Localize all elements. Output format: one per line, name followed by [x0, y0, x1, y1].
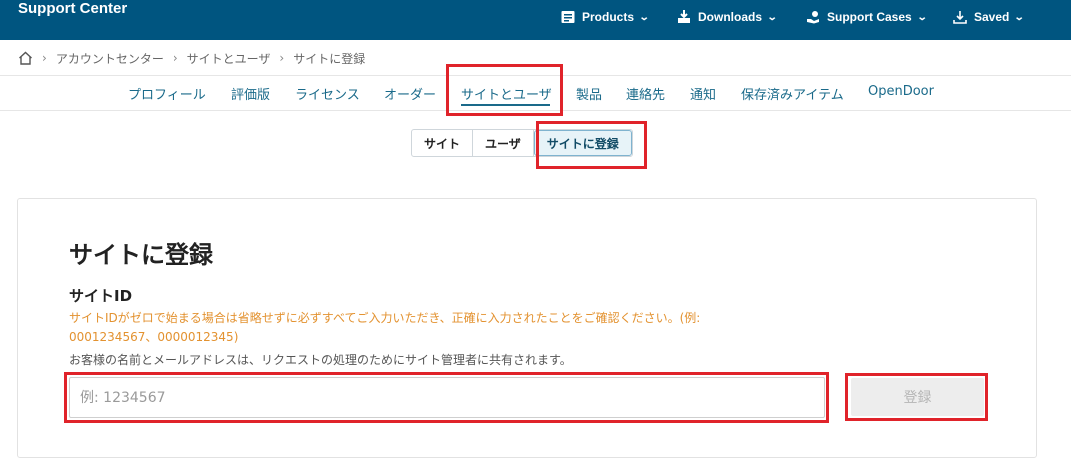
tab-profile[interactable]: プロフィール [128, 84, 206, 103]
tab-orders[interactable]: オーダー [384, 84, 436, 103]
segment-users[interactable]: ユーザ [473, 130, 534, 156]
site-id-label: サイトID [69, 287, 133, 305]
nav-downloads[interactable]: Downloads ⌄ [677, 7, 778, 27]
active-tab-indicator [461, 104, 550, 106]
tab-licenses[interactable]: ライセンス [295, 84, 360, 103]
tab-evaluation[interactable]: 評価版 [231, 84, 270, 103]
site-id-warning-line-2: 0001234567、0000012345) [69, 330, 239, 344]
chevron-down-icon: ⌄ [766, 11, 778, 23]
nav-downloads-label: Downloads [698, 10, 763, 24]
chevron-down-icon: ⌄ [638, 11, 650, 23]
product-list-icon [561, 11, 575, 23]
nav-support-cases-label: Support Cases [827, 10, 912, 24]
breadcrumb-account-center[interactable]: アカウントセンター [56, 50, 164, 67]
tab-saved-items[interactable]: 保存済みアイテム [741, 84, 844, 103]
breadcrumb-separator-icon: › [172, 51, 178, 65]
segment-sites[interactable]: サイト [412, 130, 474, 156]
hand-support-icon [807, 11, 819, 24]
chevron-down-icon: ⌄ [1014, 11, 1026, 23]
tab-products[interactable]: 製品 [576, 84, 602, 103]
segment-register-site[interactable]: サイトに登録 [533, 130, 632, 156]
brand-title[interactable]: Support Center [18, 0, 127, 18]
home-icon[interactable] [18, 51, 33, 65]
breadcrumb-sites-users[interactable]: サイトとユーザ [187, 50, 271, 67]
nav-support-cases[interactable]: Support Cases ⌄ [806, 7, 928, 27]
nav-products[interactable]: Products ⌄ [561, 7, 650, 27]
site-id-warning: サイトIDがゼロで始まる場合は省略せずに必ずすべてご入力いただき、正確に入力され… [69, 309, 769, 347]
breadcrumb-current: サイトに登録 [293, 51, 366, 66]
top-bar: Support Center Products ⌄ Downloads ⌄ Su… [0, 0, 1071, 40]
privacy-info-text: お客様の名前とメールアドレスは、リクエストの処理のためにサイト管理者に共有されま… [69, 353, 572, 367]
register-button[interactable]: 登録 [851, 378, 984, 416]
nav-saved[interactable]: Saved ⌄ [953, 7, 1026, 27]
breadcrumb: › アカウントセンター › サイトとユーザ › サイトに登録 [18, 48, 365, 68]
segment-control: サイト ユーザ サイトに登録 [411, 129, 633, 157]
site-id-warning-line-1: サイトIDがゼロで始まる場合は省略せずに必ずすべてご入力いただき、正確に入力され… [69, 311, 701, 325]
page-title: サイトに登録 [69, 241, 213, 269]
chevron-down-icon: ⌄ [916, 11, 928, 23]
nav-products-label: Products [582, 10, 635, 24]
download-tray-icon [678, 10, 690, 23]
nav-saved-label: Saved [974, 10, 1010, 24]
tab-sites-users[interactable]: サイトとユーザ [461, 84, 552, 103]
saved-download-icon [953, 11, 967, 24]
tab-notifications[interactable]: 通知 [690, 84, 716, 103]
tab-contacts[interactable]: 連絡先 [626, 84, 665, 103]
breadcrumb-separator-icon: › [279, 51, 285, 65]
tab-opendoor[interactable]: OpenDoor [868, 84, 934, 99]
site-id-input[interactable] [69, 377, 825, 418]
breadcrumb-separator-icon: › [42, 51, 47, 65]
